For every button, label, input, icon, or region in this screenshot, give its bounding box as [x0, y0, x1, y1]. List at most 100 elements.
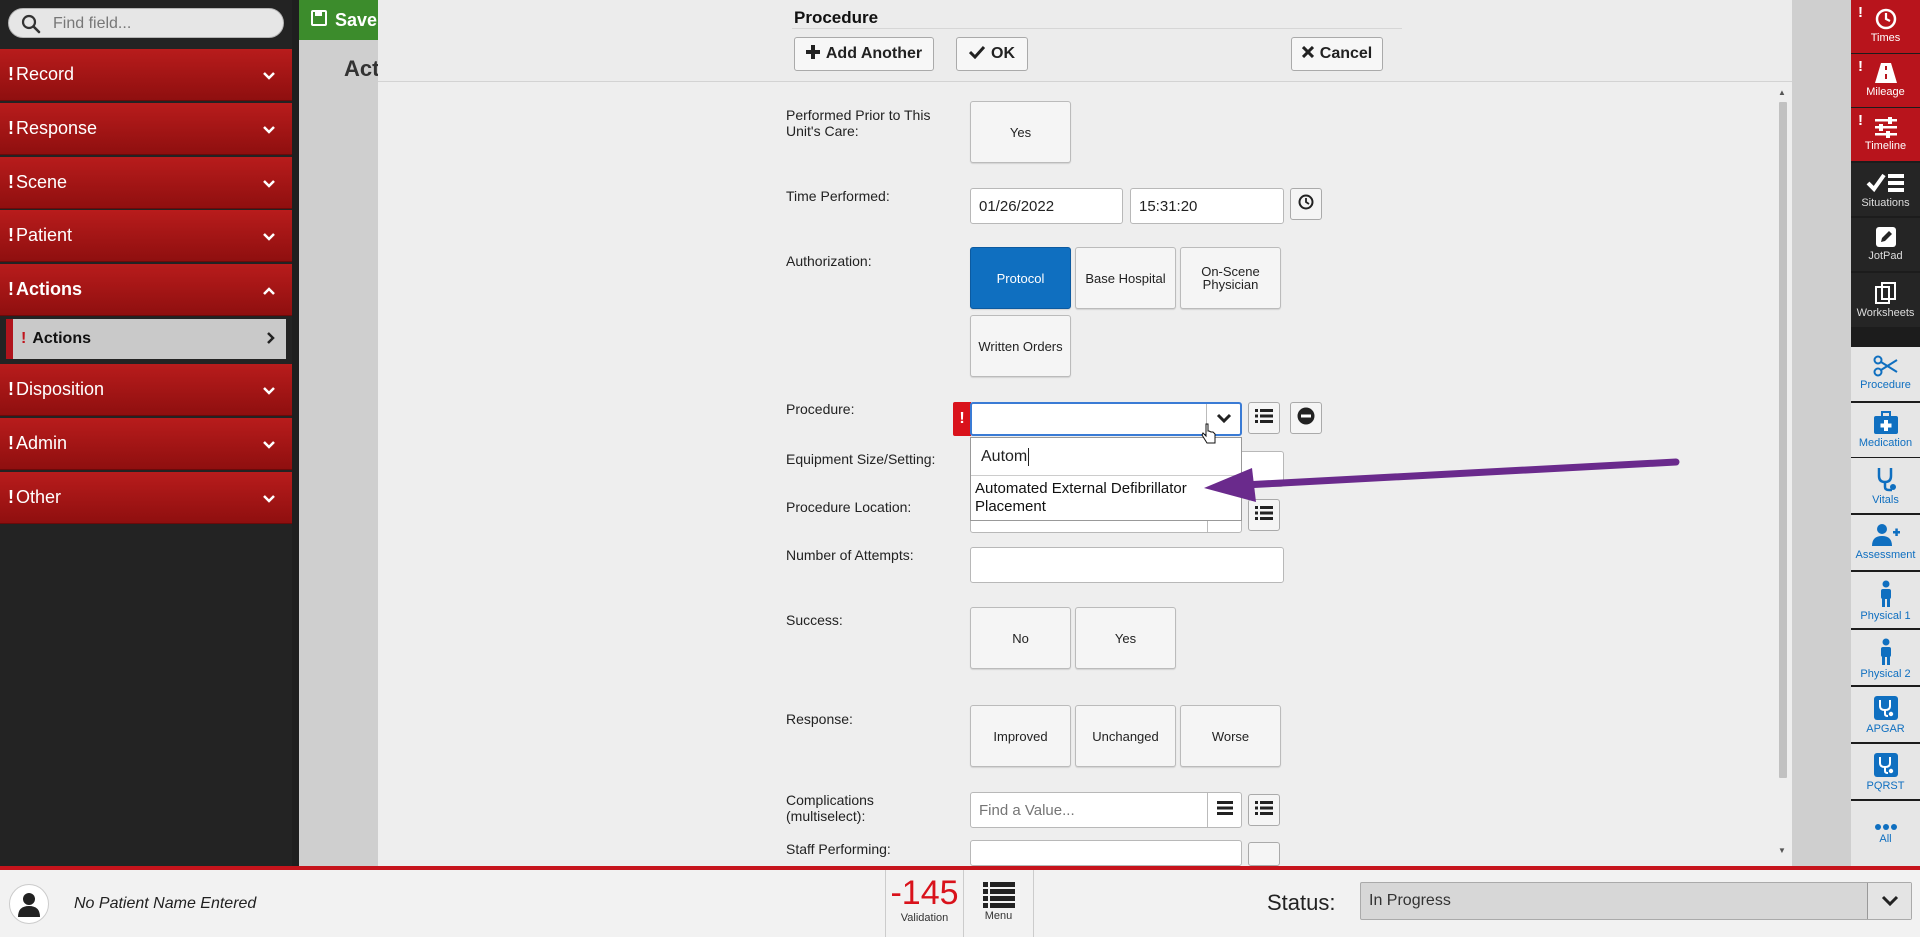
set-current-time-button[interactable]	[1290, 188, 1322, 220]
close-icon	[1301, 45, 1314, 63]
toolbar-vitals[interactable]: Vitals	[1851, 458, 1920, 513]
time-field[interactable]: 15:31:20	[1130, 188, 1284, 224]
toolbar-jotpad[interactable]: JotPad	[1851, 218, 1920, 271]
response-improved-button[interactable]: Improved	[970, 705, 1071, 767]
scroll-up-arrow-icon[interactable]: ▲	[1778, 88, 1786, 97]
bottom-status-bar: No Patient Name Entered -145 Validation …	[0, 866, 1920, 937]
toolbar-situations[interactable]: Situations	[1851, 163, 1920, 216]
authorization-written-orders-button[interactable]: Written Orders	[970, 315, 1071, 377]
attempts-field[interactable]	[970, 547, 1284, 583]
authorization-on-scene-physician-button[interactable]: On-Scene Physician	[1180, 247, 1281, 309]
procedure-search-text: Autom	[981, 447, 1028, 465]
toolbar-assessment[interactable]: Assessment	[1851, 515, 1920, 570]
modal-title: Procedure	[794, 8, 879, 27]
complications-list-button[interactable]	[1248, 794, 1280, 826]
response-unchanged-button[interactable]: Unchanged	[1075, 705, 1176, 767]
required-flag-icon: !	[953, 402, 971, 436]
toolbar-label: Vitals	[1872, 494, 1899, 506]
alert-flag: !	[8, 118, 14, 138]
toolbar-physical-1[interactable]: Physical 1	[1851, 572, 1920, 628]
menu-label: Menu	[984, 910, 1013, 922]
procedure-clear-button[interactable]	[1290, 402, 1322, 434]
chevron-down-icon	[262, 434, 276, 455]
toolbar-label: Procedure	[1860, 379, 1911, 391]
stethoscope-icon	[1873, 696, 1898, 720]
toolbar-medication[interactable]: Medication	[1851, 403, 1920, 457]
toolbar-label: Times	[1870, 32, 1901, 44]
date-field[interactable]: 01/26/2022	[970, 188, 1123, 224]
nav-section-scene[interactable]: ! Scene	[0, 157, 292, 209]
nav-section-other[interactable]: ! Other	[0, 472, 292, 524]
checklist-icon	[1866, 173, 1904, 193]
toolbar-label: Medication	[1858, 437, 1913, 449]
toolbar-all[interactable]: All	[1851, 801, 1920, 866]
response-worse-button[interactable]: Worse	[1180, 705, 1281, 767]
patient-name: No Patient Name Entered	[74, 895, 257, 912]
status-select[interactable]: In Progress	[1360, 882, 1912, 920]
toolbar-mileage[interactable]: ! Mileage	[1851, 54, 1920, 107]
menu-button[interactable]: Menu	[964, 870, 1034, 937]
validation-label: Validation	[900, 912, 949, 924]
validation-button[interactable]: -145 Validation	[885, 870, 964, 937]
nav-subitem-actions[interactable]: ! Actions	[6, 319, 286, 359]
status-dropdown-toggle[interactable]	[1867, 883, 1911, 919]
toolbar-worksheets[interactable]: Worksheets	[1851, 273, 1920, 327]
nav-section-admin[interactable]: ! Admin	[0, 418, 292, 470]
modal-scrollbar[interactable]: ▲ ▼	[1776, 88, 1790, 858]
alert-flag: !	[1858, 4, 1863, 21]
header-divider	[792, 28, 1402, 29]
prior-care-yes-button[interactable]: Yes	[970, 101, 1071, 163]
text-caret	[1028, 447, 1030, 466]
authorization-base-hospital-button[interactable]: Base Hospital	[1075, 247, 1176, 309]
toolbar-physical-2[interactable]: Physical 2	[1851, 630, 1920, 685]
complications-menu-toggle[interactable]	[1207, 793, 1241, 827]
add-another-button[interactable]: Add Another	[794, 37, 934, 71]
success-yes-button[interactable]: Yes	[1075, 607, 1176, 669]
scroll-thumb[interactable]	[1779, 102, 1787, 778]
list-icon	[1255, 408, 1273, 428]
scissors-icon	[1873, 355, 1898, 377]
staff-performing-combobox[interactable]	[970, 840, 1242, 866]
staff-performing-label: Staff Performing:	[786, 841, 891, 857]
toolbar-procedure[interactable]: Procedure	[1851, 347, 1920, 401]
authorization-protocol-button[interactable]: Protocol	[970, 247, 1071, 309]
chevron-down-icon	[262, 65, 276, 86]
nav-section-record[interactable]: ! Record	[0, 49, 292, 101]
nav-section-response[interactable]: ! Response	[0, 103, 292, 155]
cancel-button[interactable]: Cancel	[1291, 37, 1383, 71]
plus-icon	[805, 44, 820, 64]
toolbar-timeline[interactable]: ! Timeline	[1851, 108, 1920, 161]
save-label: Save	[335, 9, 378, 30]
procedure-label: Procedure:	[786, 401, 855, 417]
field-search[interactable]	[8, 8, 284, 38]
nav-section-actions[interactable]: ! Actions	[0, 264, 292, 316]
scroll-down-arrow-icon[interactable]: ▼	[1778, 846, 1786, 855]
chevron-right-icon	[266, 331, 276, 350]
toolbar-label: JotPad	[1868, 250, 1903, 262]
avatar[interactable]	[9, 884, 49, 924]
search-input[interactable]	[53, 13, 273, 35]
user-plus-icon	[1871, 524, 1900, 546]
ok-label: OK	[991, 45, 1015, 62]
ok-button[interactable]: OK	[956, 37, 1028, 71]
nav-section-label: Record	[16, 64, 75, 84]
alert-flag: !	[1858, 112, 1863, 129]
nav-section-disposition[interactable]: ! Disposition	[0, 364, 292, 416]
add-another-label: Add Another	[825, 45, 923, 62]
alert-flag: !	[8, 379, 14, 399]
procedure-list-button[interactable]	[1248, 402, 1280, 434]
toolbar-pqrst[interactable]: PQRST	[1851, 744, 1920, 799]
nav-section-label: Disposition	[16, 379, 105, 399]
nav-section-label: Response	[16, 118, 98, 138]
toolbar-label: Mileage	[1866, 86, 1905, 98]
check-icon	[968, 45, 986, 64]
nav-section-patient[interactable]: ! Patient	[0, 210, 292, 262]
complications-combobox[interactable]	[970, 792, 1242, 828]
annotation-arrow-icon	[1204, 458, 1680, 502]
alert-flag: !	[1858, 58, 1863, 75]
toolbar-times[interactable]: ! Times	[1851, 0, 1920, 53]
staff-list-button[interactable]	[1248, 842, 1280, 866]
success-no-button[interactable]: No	[970, 607, 1071, 669]
toolbar-apgar[interactable]: APGAR	[1851, 687, 1920, 742]
complications-input[interactable]	[979, 799, 1199, 821]
